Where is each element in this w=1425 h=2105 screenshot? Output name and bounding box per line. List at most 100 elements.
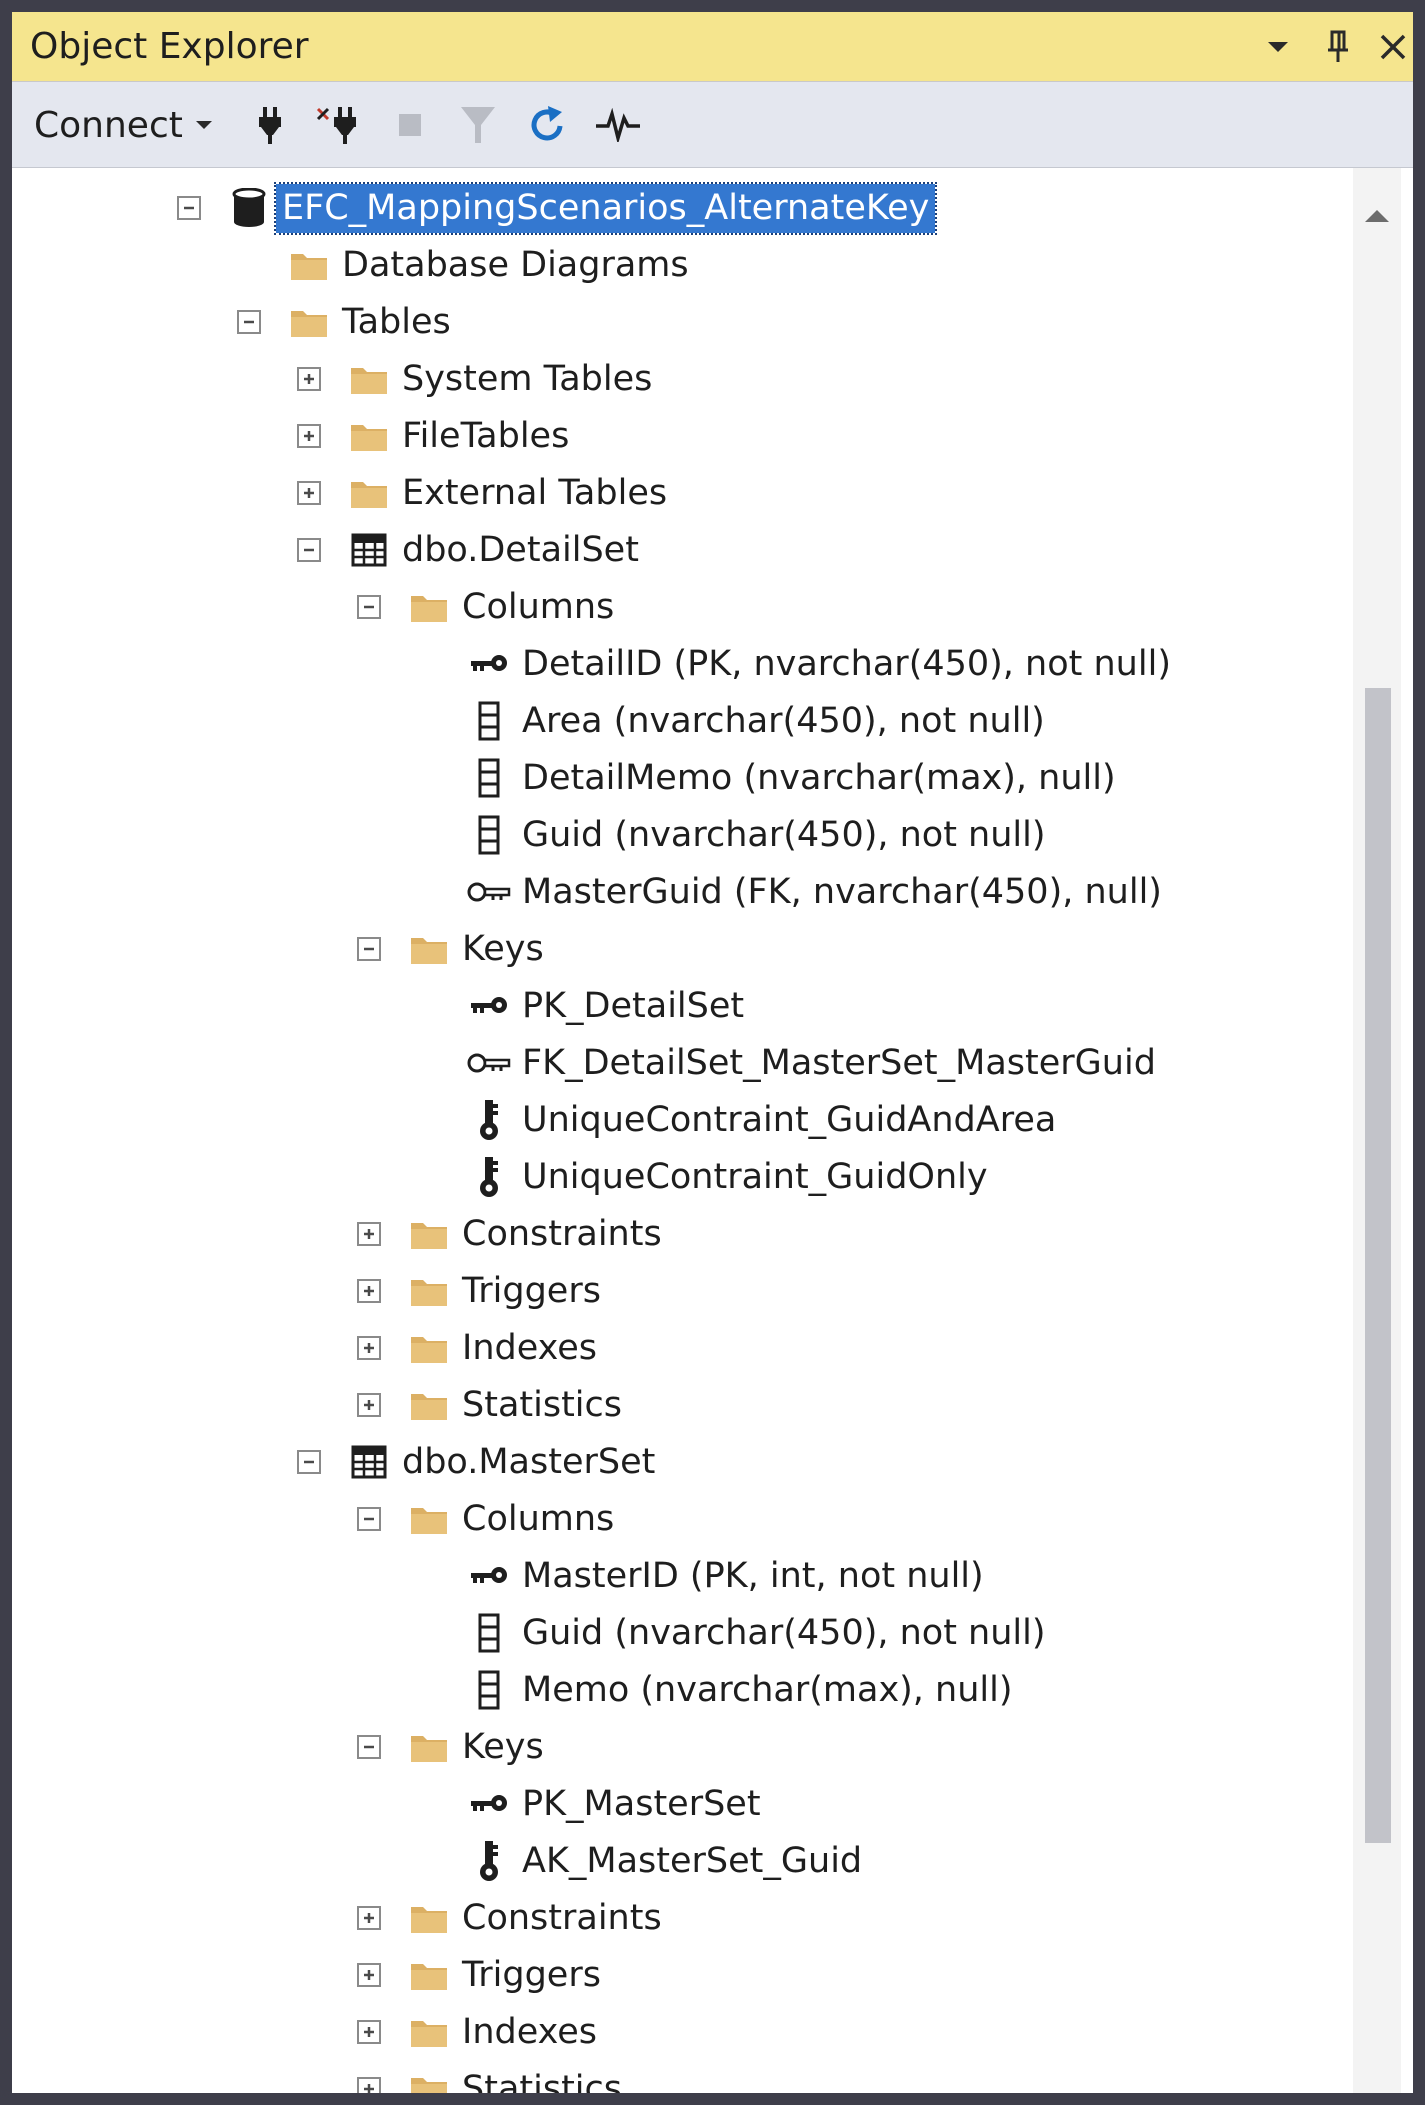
collapse-icon[interactable]	[357, 1507, 381, 1531]
folder-icon	[407, 2067, 451, 2093]
collapse-icon[interactable]	[357, 937, 381, 961]
tree-node[interactable]: Keys	[12, 921, 1365, 978]
tree-node[interactable]: Database Diagrams	[12, 237, 1365, 294]
tree-node[interactable]: UniqueContraint_GuidOnly	[12, 1149, 1365, 1206]
expand-icon[interactable]	[357, 1336, 381, 1360]
tree-node[interactable]: Memo (nvarchar(max), null)	[12, 1662, 1365, 1719]
scrollbar-thumb[interactable]	[1365, 688, 1391, 1843]
tree-node[interactable]: MasterID (PK, int, not null)	[12, 1548, 1365, 1605]
expand-icon[interactable]	[357, 1222, 381, 1246]
tree-node[interactable]: EFC_MappingScenarios_AlternateKey	[12, 180, 1365, 237]
tree-node-label: Triggers	[462, 1271, 601, 1311]
scroll-up-arrow-icon[interactable]	[1353, 196, 1401, 236]
expand-icon[interactable]	[357, 1279, 381, 1303]
tree-node-label: Guid (nvarchar(450), not null)	[522, 815, 1046, 855]
expand-icon[interactable]	[357, 2077, 381, 2093]
collapse-icon[interactable]	[297, 538, 321, 562]
primary-key-icon	[467, 1554, 511, 1598]
stop-icon[interactable]	[384, 96, 436, 154]
tree-node-label: Triggers	[462, 1955, 601, 1995]
column-icon	[467, 699, 511, 743]
tree-node[interactable]: Statistics	[12, 2061, 1365, 2093]
disconnect-icon[interactable]	[312, 96, 364, 154]
column-icon	[467, 1668, 511, 1712]
folder-icon	[407, 1497, 451, 1541]
window-title: Object Explorer	[30, 26, 309, 67]
tree-node[interactable]: Triggers	[12, 1263, 1365, 1320]
tree-node[interactable]: Columns	[12, 1491, 1365, 1548]
tree-node[interactable]: Guid (nvarchar(450), not null)	[12, 807, 1365, 864]
unique-key-icon	[467, 1155, 511, 1199]
tree-node[interactable]: Indexes	[12, 2004, 1365, 2061]
tree-node[interactable]: dbo.MasterSet	[12, 1434, 1365, 1491]
refresh-icon[interactable]	[522, 96, 574, 154]
collapse-icon[interactable]	[357, 1735, 381, 1759]
column-icon	[467, 813, 511, 857]
activity-monitor-icon[interactable]	[592, 96, 644, 154]
expand-icon[interactable]	[357, 1393, 381, 1417]
tree-node-label: Keys	[462, 929, 544, 969]
folder-icon	[407, 1953, 451, 1997]
foreign-key-icon	[467, 1041, 511, 1085]
collapse-icon[interactable]	[357, 595, 381, 619]
primary-key-icon	[467, 984, 511, 1028]
tree-node-label: dbo.MasterSet	[402, 1442, 656, 1482]
dropdown-arrow-icon[interactable]	[1257, 24, 1299, 70]
tree-node-label: Constraints	[462, 1214, 662, 1254]
tree-node[interactable]: DetailMemo (nvarchar(max), null)	[12, 750, 1365, 807]
tree-node[interactable]: Tables	[12, 294, 1365, 351]
tree-node-label: Guid (nvarchar(450), not null)	[522, 1613, 1046, 1653]
connect-button[interactable]: Connect	[34, 96, 213, 154]
tree-node[interactable]: UniqueContraint_GuidAndArea	[12, 1092, 1365, 1149]
title-bar: Object Explorer	[12, 12, 1413, 82]
expand-icon[interactable]	[297, 424, 321, 448]
expand-icon[interactable]	[357, 1963, 381, 1987]
tree-node[interactable]: Guid (nvarchar(450), not null)	[12, 1605, 1365, 1662]
tree-node[interactable]: MasterGuid (FK, nvarchar(450), null)	[12, 864, 1365, 921]
tree-node[interactable]: Constraints	[12, 1206, 1365, 1263]
tree-node[interactable]: Columns	[12, 579, 1365, 636]
tree-node-label: System Tables	[402, 359, 653, 399]
tree-node[interactable]: Constraints	[12, 1890, 1365, 1947]
tree-node[interactable]: Indexes	[12, 1320, 1365, 1377]
tree-node-label: MasterID (PK, int, not null)	[522, 1556, 984, 1596]
folder-icon	[407, 1269, 451, 1313]
tree-node[interactable]: DetailID (PK, nvarchar(450), not null)	[12, 636, 1365, 693]
expand-icon[interactable]	[297, 367, 321, 391]
filter-icon[interactable]	[452, 96, 504, 154]
tree-node[interactable]: Triggers	[12, 1947, 1365, 2004]
collapse-icon[interactable]	[237, 310, 261, 334]
tree-node-label: AK_MasterSet_Guid	[522, 1841, 863, 1881]
expand-icon[interactable]	[357, 1906, 381, 1930]
folder-icon	[407, 1896, 451, 1940]
tree-node[interactable]: PK_MasterSet	[12, 1776, 1365, 1833]
connect-plug-icon[interactable]	[244, 96, 296, 154]
tree-node[interactable]: Area (nvarchar(450), not null)	[12, 693, 1365, 750]
pin-icon[interactable]	[1317, 24, 1359, 70]
collapse-icon[interactable]	[177, 196, 201, 220]
tree-node[interactable]: System Tables	[12, 351, 1365, 408]
folder-icon	[347, 414, 391, 458]
tree-node[interactable]: Keys	[12, 1719, 1365, 1776]
expand-icon[interactable]	[357, 2020, 381, 2044]
tree-node[interactable]: External Tables	[12, 465, 1365, 522]
tree-node[interactable]: Statistics	[12, 1377, 1365, 1434]
vertical-scrollbar[interactable]	[1353, 168, 1401, 2093]
close-icon[interactable]	[1372, 24, 1414, 70]
connect-label: Connect	[34, 104, 183, 146]
tree-node-label: FK_DetailSet_MasterSet_MasterGuid	[522, 1043, 1156, 1083]
tree-node[interactable]: PK_DetailSet	[12, 978, 1365, 1035]
tree-node-label: dbo.DetailSet	[402, 530, 639, 570]
tree-node-label: Tables	[342, 302, 451, 342]
tree-node[interactable]: dbo.DetailSet	[12, 522, 1365, 579]
folder-icon	[407, 1383, 451, 1427]
folder-icon	[287, 300, 331, 344]
tree-node[interactable]: FileTables	[12, 408, 1365, 465]
primary-key-icon	[467, 1782, 511, 1826]
expand-icon[interactable]	[297, 481, 321, 505]
collapse-icon[interactable]	[297, 1450, 321, 1474]
tree-node[interactable]: AK_MasterSet_Guid	[12, 1833, 1365, 1890]
tree-node[interactable]: FK_DetailSet_MasterSet_MasterGuid	[12, 1035, 1365, 1092]
folder-icon	[407, 1212, 451, 1256]
database-icon	[227, 186, 271, 230]
